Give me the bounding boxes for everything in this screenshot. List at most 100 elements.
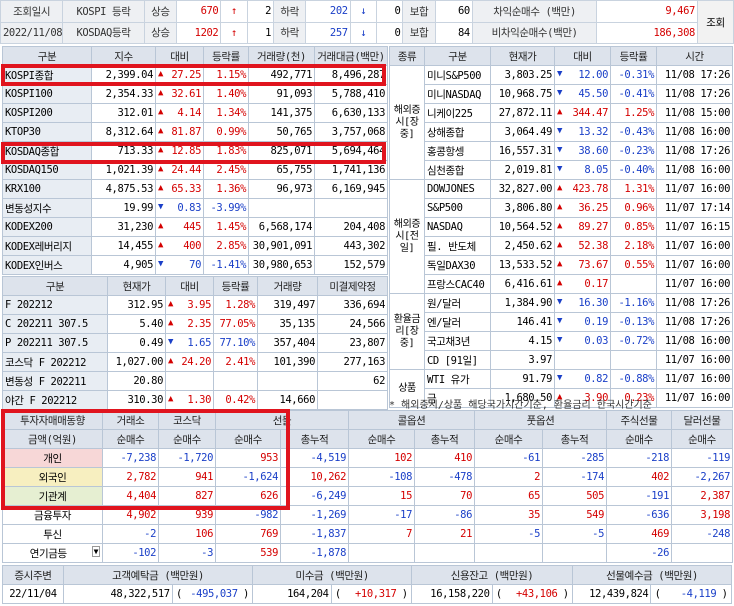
index-row[interactable]: KTOP308,312.6481.870.99%50,7653,757,068 (2, 122, 388, 142)
index-volume: 91,093 (248, 84, 315, 104)
futures-header: 등락률 (213, 276, 258, 296)
futures-row[interactable]: C 202211 307.55.402.3577.05%35,13524,566 (2, 314, 388, 334)
world-row[interactable]: 필. 반도체2,450.6252.382.18%11/07 16:00 (390, 236, 733, 256)
top-r2-cell-10: 보합 (402, 21, 436, 44)
world-item-name[interactable]: 상해종합 (424, 122, 491, 142)
futures-row[interactable]: 코스닥 F 2022121,027.0024.202.41%101,390277… (2, 352, 388, 372)
index-row[interactable]: KODEX레버리지14,4554002.85%30,901,091443,302 (2, 236, 388, 256)
world-item-name[interactable]: WTI 유가 (424, 369, 491, 389)
index-name[interactable]: KOSPI종합 (2, 65, 92, 85)
index-name[interactable]: KODEX인버스 (2, 255, 92, 275)
summary-header: 고객예탁금 (백만원) (62, 565, 254, 585)
world-item-name[interactable]: S&P500 (424, 198, 491, 218)
world-row[interactable]: 해외증시[장중]미니S&P5003,803.2512.00-0.31%11/08… (389, 65, 733, 180)
summary-value: ) (718, 584, 733, 604)
index-name[interactable]: KOSDAQ종합 (2, 141, 92, 161)
world-row[interactable]: 미니NASDAQ10,968.7545.50-0.41%11/08 17:26 (390, 84, 733, 104)
world-row[interactable]: 국고채3년4.150.03-0.72%11/08 16:00 (390, 331, 733, 351)
investor-value: 941 (158, 467, 216, 487)
top-r1-cell-7: 202 (305, 0, 351, 23)
futures-change: 24.20 (165, 352, 214, 372)
futures-row[interactable]: F 202212312.953.951.28%319,497336,694 (2, 295, 388, 315)
world-item-name[interactable]: 프랑스CAC40 (424, 274, 491, 294)
world-change: 13.32 (554, 122, 611, 142)
futures-row[interactable]: 변동성 F 202211 20.80 62 (2, 371, 388, 391)
world-row[interactable]: 홍콩항셍16,557.3138.60-0.23%11/08 17:26 (390, 141, 733, 161)
world-row[interactable]: 상해종합3,064.4913.32-0.43%11/08 16:00 (390, 122, 733, 142)
futures-name[interactable]: 코스닥 F 202212 (2, 352, 108, 372)
world-row[interactable]: 엔/달러146.410.19-0.13%11/08 17:26 (390, 312, 733, 332)
world-row[interactable]: S&P5003,806.8036.250.96%11/07 17:14 (390, 198, 733, 218)
index-row[interactable]: KODEX인버스4,90570-1.41%30,980,653152,579 (2, 255, 388, 275)
investor-row[interactable]: 기관계 4,404 827 626 -6,249 15 70 65 505 -191 2,387 (2, 486, 733, 506)
index-row[interactable]: KODEX20031,2304451.45%6,568,174204,408 (2, 217, 388, 237)
futures-name[interactable]: 변동성 F 202211 (2, 371, 108, 391)
world-row[interactable]: 심천종합2,019.818.05-0.40%11/08 16:00 (390, 160, 733, 180)
index-row[interactable]: KOSDAQ1501,021.3924.442.45%65,7551,741,1… (2, 160, 388, 180)
investor-value: -191 (606, 486, 672, 506)
futures-name[interactable]: F 202212 (2, 295, 108, 315)
index-name[interactable]: KODEX레버리지 (2, 236, 92, 256)
world-item-name[interactable]: 원/달러 (424, 293, 491, 313)
world-item-name[interactable]: 홍콩항셍 (424, 141, 491, 161)
index-name[interactable]: KODEX200 (2, 217, 92, 237)
top-r2-cell-2: 상승 (143, 21, 178, 44)
world-rate: 0.96% (610, 198, 657, 218)
world-row[interactable]: 프랑스CAC406,416.610.17 11/07 16:00 (390, 274, 733, 294)
world-change: 0.82 (554, 369, 611, 389)
world-row[interactable]: CD [91일] 3.97 11/07 16:00 (390, 350, 733, 370)
investor-row[interactable]: 외국인 2,782 941 -1,624 10,262 -108 -478 2 -174 402-… (2, 467, 733, 487)
investor-type[interactable]: 연기금등 ▼ (2, 543, 103, 563)
investor-subheader: 순매수 (215, 429, 281, 449)
investor-row[interactable]: 투신 -2 106 769 -1,837 7 21 -5 -5 469 -248 (2, 524, 733, 544)
world-item-name[interactable]: 독일DAX30 (424, 255, 491, 275)
top-r1-cell-5: 2 (246, 0, 275, 23)
world-item-name[interactable]: 필. 반도체 (424, 236, 491, 256)
index-name[interactable]: KOSPI200 (2, 103, 92, 123)
world-row[interactable]: NASDAQ10,564.5289.270.85%11/07 16:15 (390, 217, 733, 237)
index-header: 등락률 (203, 46, 249, 66)
futures-row[interactable]: 야간 F 202212310.301.300.42%14,660 (2, 390, 388, 410)
investor-row[interactable]: 연기금등 ▼ -102 -3 539 -1,878 -26 (2, 543, 733, 563)
world-item-name[interactable]: 니케이225 (424, 103, 491, 123)
futures-row[interactable]: P 202211 307.50.491.6577.10%357,40423,80… (2, 333, 388, 353)
index-name[interactable]: KOSPI100 (2, 84, 92, 104)
world-item-name[interactable]: 미니NASDAQ (424, 84, 491, 104)
world-item-name[interactable]: DOWJONES (424, 179, 491, 199)
index-row[interactable]: 변동성지수19.990.83-3.99% (2, 198, 388, 218)
query-button[interactable]: 조회 (696, 0, 734, 44)
index-row[interactable]: KOSPI1002,354.3332.611.40%91,0935,788,41… (2, 84, 388, 104)
futures-name[interactable]: 야간 F 202212 (2, 390, 108, 410)
dropdown-arrow-icon[interactable]: ▼ (91, 545, 100, 557)
index-row[interactable]: KOSPI200312.014.141.34%141,3756,630,133 (2, 103, 388, 123)
futures-name[interactable]: P 202211 307.5 (2, 333, 108, 353)
index-row[interactable]: KOSPI종합2,399.0427.251.15%492,7718,496,28… (2, 65, 388, 85)
world-item-name[interactable]: 엔/달러 (424, 312, 491, 332)
world-row[interactable]: 상품WTI 유가91.790.82-0.88%11/07 16:00 (389, 369, 733, 408)
index-name[interactable]: KOSDAQ150 (2, 160, 92, 180)
world-change: 12.00 (554, 65, 611, 85)
world-time: 11/07 16:15 (656, 217, 733, 237)
world-item-name[interactable]: CD [91일] (424, 350, 491, 370)
world-item-name[interactable]: 심천종합 (424, 160, 491, 180)
futures-name[interactable]: C 202211 307.5 (2, 314, 108, 334)
world-row[interactable]: 니케이22527,872.11344.471.25%11/08 15:00 (390, 103, 733, 123)
index-name[interactable]: KTOP30 (2, 122, 92, 142)
world-row[interactable]: 환율금리[장중]원/달러1,384.9016.30-1.16%11/08 17:… (389, 293, 733, 370)
investor-row[interactable]: 개인 -7,238 -1,720 953 -4,519 102 410 -61 -285 -218… (2, 448, 733, 468)
top-r2-cell-12: 비차익순매수(백만) (471, 21, 598, 44)
world-row[interactable]: 독일DAX3013,533.5273.670.55%11/07 16:00 (390, 255, 733, 275)
world-item-name[interactable]: 미니S&P500 (424, 65, 491, 85)
world-row[interactable]: 해외증시[전일]DOWJONES32,827.00423.781.31%11/0… (389, 179, 733, 294)
index-row[interactable]: KRX1004,875.5365.331.36%96,9736,169,945 (2, 179, 388, 199)
index-row[interactable]: KOSDAQ종합713.3312.851.83%825,0715,694,464 (2, 141, 388, 161)
investor-row[interactable]: 금융투자 4,902 939 -982 -1,269 -17 -86 35 549 -636 3,1… (2, 505, 733, 525)
index-change: 65.33 (155, 179, 204, 199)
world-rate: -0.43% (610, 122, 657, 142)
index-name[interactable]: 변동성지수 (2, 198, 92, 218)
world-item-name[interactable]: NASDAQ (424, 217, 491, 237)
index-name[interactable]: KRX100 (2, 179, 92, 199)
investor-header: 주식선물 (606, 410, 672, 430)
world-item-name[interactable]: 국고채3년 (424, 331, 491, 351)
world-price: 16,557.31 (490, 141, 555, 161)
